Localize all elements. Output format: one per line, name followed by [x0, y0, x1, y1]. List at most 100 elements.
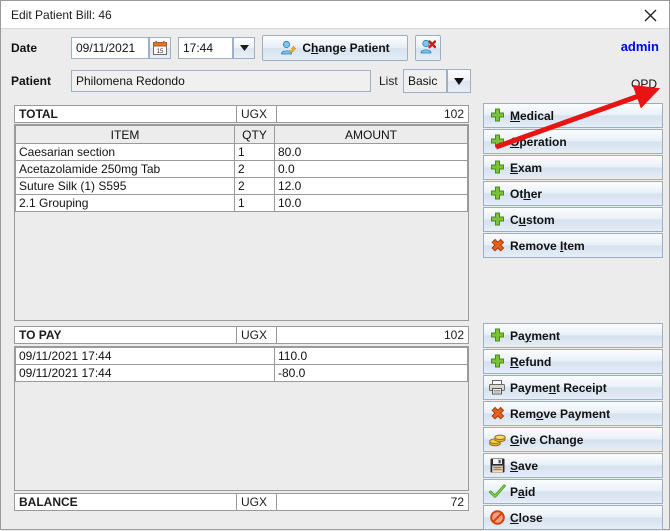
list-dropdown-button[interactable]: [447, 69, 471, 93]
payment-button-group: Payment Refund Payment Receipt Remove Payme…: [483, 323, 663, 427]
plus-green-icon: [484, 354, 510, 369]
close-button[interactable]: Close: [483, 505, 663, 530]
button-label: Remove Item: [510, 238, 585, 253]
button-label: Other: [510, 186, 543, 201]
date-input[interactable]: 09/11/2021: [71, 37, 149, 59]
table-row[interactable]: Acetazolamide 250mg Tab 2 0.0: [15, 160, 468, 178]
paid-button[interactable]: Paid: [483, 479, 663, 504]
user-switch-icon: [280, 40, 297, 56]
table-row[interactable]: Caesarian section 1 80.0: [15, 143, 468, 161]
time-dropdown-button[interactable]: [233, 37, 255, 59]
add-other-button[interactable]: Other: [483, 181, 663, 206]
remove-payment-button[interactable]: Remove Payment: [483, 401, 663, 426]
cell-qty: 1: [234, 143, 275, 161]
edit-patient-bill-window: Edit Patient Bill: 46 Date 09/11/2021 15…: [0, 0, 670, 530]
add-payment-button[interactable]: Payment: [483, 323, 663, 348]
chevron-down-icon: [239, 45, 249, 51]
total-amount: 102: [443, 107, 464, 121]
add-medical-button[interactable]: Medical: [483, 103, 663, 128]
check-green-icon: [484, 484, 510, 499]
cell-qty: 1: [234, 194, 275, 212]
change-patient-button[interactable]: Change Patient: [262, 35, 408, 61]
add-operation-button[interactable]: Operation: [483, 129, 663, 154]
topay-amount: 102: [443, 328, 464, 342]
button-label: Save: [510, 458, 539, 473]
items-table[interactable]: ITEM QTY AMOUNT Caesarian section 1 80.0 Ac…: [14, 124, 469, 321]
list-label: List: [379, 74, 398, 88]
change-patient-label: Change Patient: [302, 41, 390, 55]
plus-green-icon: [484, 108, 510, 123]
floppy-icon: [484, 458, 510, 473]
cell-amount: 110.0: [274, 347, 468, 365]
cell-amount: 12.0: [274, 177, 468, 195]
forbidden-icon: [484, 510, 510, 525]
total-summary-bar: TOTAL UGX 102: [14, 105, 469, 123]
topay-summary-bar: TO PAY UGX 102: [14, 326, 469, 344]
remove-red-icon: [484, 406, 510, 421]
action-button-group: Give Change Save Paid Close: [483, 427, 663, 531]
cell-qty: 2: [234, 160, 275, 178]
payment-receipt-button[interactable]: Payment Receipt: [483, 375, 663, 400]
button-label: Payment Receipt: [510, 380, 607, 395]
plus-green-icon: [484, 160, 510, 175]
cell-amount: -80.0: [274, 364, 468, 382]
button-label: Refund: [510, 354, 552, 369]
total-label: TOTAL: [15, 106, 237, 122]
button-label: Paid: [510, 484, 536, 499]
close-icon[interactable]: [639, 5, 661, 25]
current-user-label: admin: [620, 39, 659, 54]
remove-item-button[interactable]: Remove Item: [483, 233, 663, 258]
cell-amount: 0.0: [274, 160, 468, 178]
button-label: Remove Payment: [510, 406, 611, 421]
balance-label: BALANCE: [15, 494, 237, 510]
add-custom-button[interactable]: Custom: [483, 207, 663, 232]
balance-summary-bar: BALANCE UGX 72: [14, 493, 469, 511]
clear-patient-button[interactable]: [415, 35, 441, 61]
plus-green-icon: [484, 328, 510, 343]
button-label: Exam: [510, 160, 543, 175]
coins-icon: [484, 433, 510, 447]
title-bar: Edit Patient Bill: 46: [1, 1, 669, 29]
department-label: OPD: [630, 77, 657, 91]
give-change-button[interactable]: Give Change: [483, 427, 663, 452]
svg-text:15: 15: [157, 49, 164, 55]
date-label: Date: [11, 41, 38, 55]
table-row[interactable]: Suture Silk (1) S595 2 12.0: [15, 177, 468, 195]
column-header-item: ITEM: [15, 125, 235, 144]
patient-name-field[interactable]: Philomena Redondo: [71, 70, 371, 92]
cell-item: 2.1 Grouping: [15, 194, 235, 212]
button-label: Close: [510, 510, 543, 525]
calendar-icon[interactable]: 15: [149, 37, 171, 59]
plus-green-icon: [484, 186, 510, 201]
column-header-amount: AMOUNT: [274, 125, 468, 144]
total-currency: UGX: [237, 106, 277, 122]
table-row[interactable]: 09/11/2021 17:44 110.0: [15, 347, 468, 365]
save-button[interactable]: Save: [483, 453, 663, 478]
refund-button[interactable]: Refund: [483, 349, 663, 374]
payments-table[interactable]: 09/11/2021 17:44 110.0 09/11/2021 17:44 -80…: [14, 346, 469, 491]
header-toolbar: Date 09/11/2021 15 17:44 Change Patient …: [1, 29, 669, 99]
cell-item: Acetazolamide 250mg Tab: [15, 160, 235, 178]
cell-date: 09/11/2021 17:44: [15, 364, 275, 382]
button-label: Operation: [510, 134, 567, 149]
column-header-qty: QTY: [234, 125, 275, 144]
button-label: Give Change: [510, 432, 584, 447]
topay-label: TO PAY: [15, 327, 237, 343]
cell-amount: 80.0: [274, 143, 468, 161]
patient-label: Patient: [11, 74, 52, 88]
cell-amount: 10.0: [274, 194, 468, 212]
add-exam-button[interactable]: Exam: [483, 155, 663, 180]
list-select-value[interactable]: Basic: [403, 69, 447, 93]
items-table-header: ITEM QTY AMOUNT: [15, 125, 468, 144]
button-label: Custom: [510, 212, 555, 227]
plus-green-icon: [484, 134, 510, 149]
time-input[interactable]: 17:44: [178, 37, 233, 59]
balance-currency: UGX: [237, 494, 277, 510]
chevron-down-icon: [454, 77, 464, 85]
table-row[interactable]: 09/11/2021 17:44 -80.0: [15, 364, 468, 382]
button-label: Medical: [510, 108, 555, 123]
balance-amount: 72: [450, 495, 464, 509]
cell-item: Caesarian section: [15, 143, 235, 161]
table-row[interactable]: 2.1 Grouping 1 10.0: [15, 194, 468, 212]
topay-currency: UGX: [237, 327, 277, 343]
